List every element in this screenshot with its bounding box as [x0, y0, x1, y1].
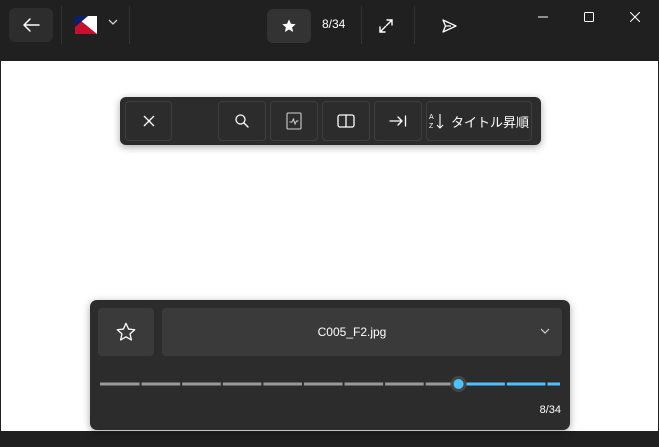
slider-thumb-dot [453, 379, 464, 389]
add-favorite-button[interactable] [98, 308, 154, 356]
minimize-button[interactable] [520, 0, 566, 34]
bottom-strip [0, 431, 659, 447]
minimize-icon [538, 16, 548, 18]
sort-order-label: タイトル昇順 [450, 114, 529, 130]
expand-icon [379, 19, 393, 33]
arrow-to-end-icon [389, 115, 407, 127]
search-icon [235, 114, 249, 128]
toolbar-divider [414, 6, 415, 44]
two-page-icon [337, 114, 355, 128]
bookmark-icon [286, 112, 302, 130]
svg-text:A: A [429, 114, 434, 121]
app-toolbar: 8/34 [0, 0, 659, 50]
reading-direction-button[interactable] [374, 101, 422, 141]
close-command-bar-button[interactable] [125, 101, 172, 141]
close-window-button[interactable] [612, 0, 658, 34]
toolbar-divider [129, 6, 130, 44]
maximize-icon [584, 12, 594, 22]
page-indicator: 8/34 [322, 17, 346, 31]
sort-order-button[interactable]: A Z タイトル昇順 [426, 101, 532, 141]
maximize-button[interactable] [566, 0, 612, 34]
favorite-button[interactable] [267, 9, 311, 43]
svg-text:Z: Z [429, 123, 434, 130]
two-page-view-button[interactable] [322, 101, 370, 141]
viewer-command-bar: A Z タイトル昇順 [120, 97, 541, 145]
close-icon [630, 12, 640, 22]
toolbar-divider [61, 6, 62, 44]
page-counter: 8/34 [539, 404, 561, 416]
send-icon [441, 19, 457, 33]
file-selector-dropdown[interactable]: C005_F2.jpg [162, 308, 562, 356]
star-filled-icon [282, 19, 296, 32]
star-outline-icon [116, 322, 136, 341]
search-button[interactable] [218, 101, 266, 141]
bookshelf-selector[interactable] [70, 8, 126, 42]
file-name: C005_F2.jpg [317, 325, 387, 339]
chevron-down-icon [108, 19, 118, 25]
page-navigation-panel: C005_F2.jpg 8/34 [90, 300, 570, 430]
fullscreen-button[interactable] [365, 9, 407, 43]
toolbar-divider [361, 6, 362, 44]
arrow-left-icon [23, 18, 40, 32]
share-button[interactable] [428, 9, 470, 43]
back-button[interactable] [9, 8, 53, 42]
flag-icon [75, 16, 97, 34]
close-icon [143, 115, 154, 127]
page-slider[interactable] [98, 376, 562, 392]
page-thumbnail-button[interactable] [270, 101, 318, 141]
sort-az-icon: A Z [429, 114, 444, 130]
chevron-down-icon [540, 328, 550, 334]
